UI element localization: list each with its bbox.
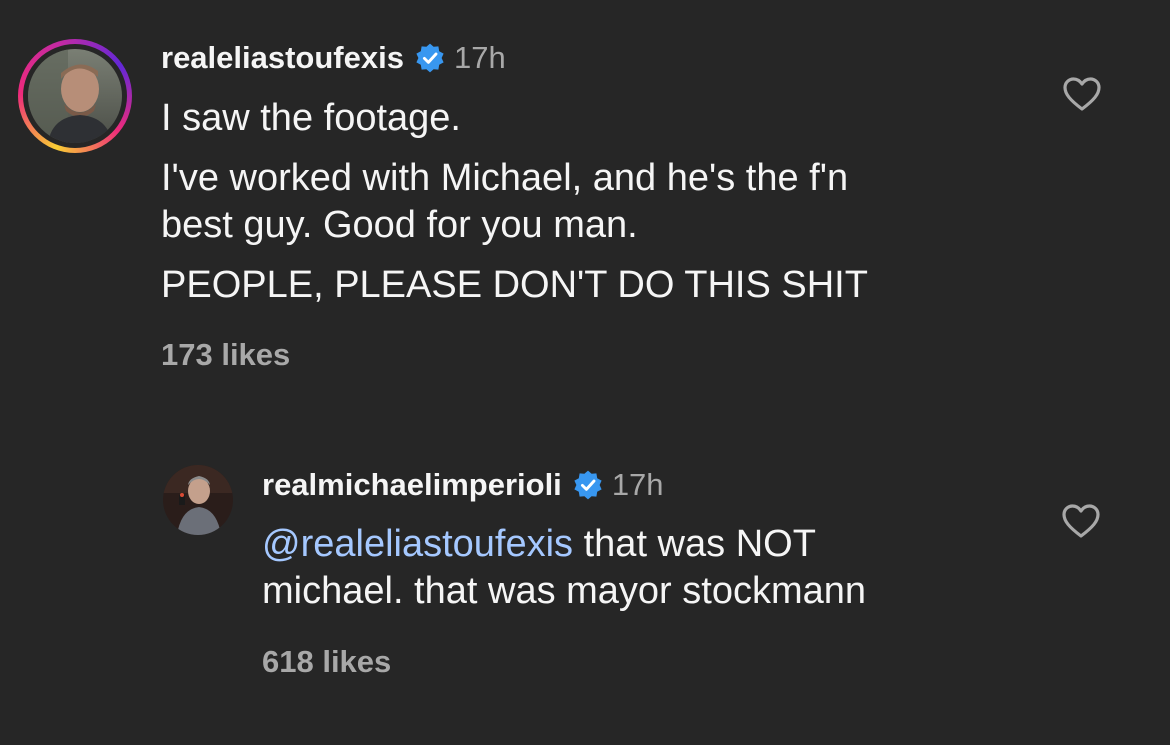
timestamp[interactable]: 17h xyxy=(454,40,506,76)
username-row: realeliastoufexis 17h xyxy=(161,40,506,76)
avatar[interactable] xyxy=(163,465,233,535)
comment-line: best guy. Good for you man. xyxy=(161,204,638,246)
likes-count[interactable]: 618 likes xyxy=(262,644,391,680)
heart-icon[interactable] xyxy=(1062,76,1102,112)
likes-count[interactable]: 173 likes xyxy=(161,337,290,373)
comment-line: I saw the footage. xyxy=(161,97,461,139)
username[interactable]: realeliastoufexis xyxy=(161,40,404,76)
comment-text: @realeliastoufexis that was NOT michael.… xyxy=(262,521,866,615)
verified-badge-icon xyxy=(414,42,446,74)
comment-text: I saw the footage. I've worked with Mich… xyxy=(161,95,868,309)
comment-line: PEOPLE, PLEASE DON'T DO THIS SHIT xyxy=(161,264,868,306)
verified-badge-icon xyxy=(572,469,604,501)
username[interactable]: realmichaelimperioli xyxy=(262,467,562,503)
avatar[interactable] xyxy=(28,49,122,143)
comment-line: I've worked with Michael, and he's the f… xyxy=(161,157,849,199)
comment-line: @realeliastoufexis that was NOT xyxy=(262,521,866,568)
timestamp[interactable]: 17h xyxy=(612,467,664,503)
heart-icon[interactable] xyxy=(1061,503,1101,539)
comment-text-rest: that was NOT xyxy=(573,523,816,565)
comment-line: michael. that was mayor stockmann xyxy=(262,570,867,612)
mention-link[interactable]: @realeliastoufexis xyxy=(262,523,573,565)
username-row: realmichaelimperioli 17h xyxy=(262,467,664,503)
story-ring[interactable] xyxy=(18,39,132,153)
